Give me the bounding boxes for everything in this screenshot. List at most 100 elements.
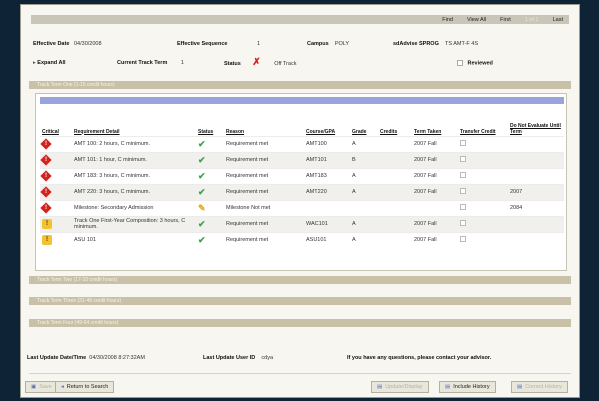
table-row: ! ASU 101 ✔ Requirement met ASU101 A 200… [40,231,564,248]
col-status: Status [198,128,214,135]
checkmark-icon: ✔ [198,218,206,229]
return-icon: ◂ [61,384,64,390]
track-term-two-header[interactable]: Track Term Two (17-33 credit hours) [29,276,571,284]
grade-cell: A [350,167,378,184]
status-value: Off Track [274,61,297,67]
status: Status ✗ Off Track [224,57,296,68]
save-label: Save [39,384,52,390]
col-requirement: Requirement Detail [74,128,120,135]
table-row: ! AMT 100: 2 hours, C minimum. ✔ Require… [40,135,564,152]
col-term-taken: Term Taken [414,128,442,135]
history-icon: ▤ [445,384,451,390]
requirement-cell: AMT 101: 1 hour, C minimum. [72,151,196,168]
last-user-value: cdya [261,355,274,361]
effective-date-value: 04/30/2008 [73,41,102,47]
credits-cell [378,183,412,200]
col-credits: Credits [380,128,398,135]
critical-alert-icon: ! [40,202,52,214]
table-row: ! Milestone: Secondary Admission ✎ Miles… [40,199,564,216]
track-term-four-header[interactable]: Track Term Four (49-64 credit hours) [29,319,571,327]
checkmark-icon: ✔ [198,138,206,149]
track-term-three-header[interactable]: Track Term Three (31-48 credit hours) [29,297,571,305]
grade-cell: A [350,183,378,200]
sdadvise-value: TS AMT-F 4S [444,41,478,47]
transfer-checkbox[interactable] [460,140,466,146]
requirements-table: Critical Requirement Detail Status Reaso… [40,106,564,248]
find-link[interactable]: Find [442,17,453,23]
sdadvise-label: sdAdvise SPROG [393,41,439,47]
correct-history-icon: ▤ [517,384,523,390]
pencil-icon: ✎ [198,202,206,213]
critical-alert-icon: ! [40,170,52,182]
grade-cell [350,199,378,216]
transfer-checkbox[interactable] [460,188,466,194]
until-cell [508,135,564,152]
save-button[interactable]: ▣ Save [25,381,58,393]
divider [29,373,571,374]
view-all-link[interactable]: View All [467,17,486,23]
effective-date: Effective Date 04/30/2008 [33,41,102,47]
transfer-checkbox[interactable] [460,204,466,210]
reviewed: Reviewed [457,60,493,66]
until-cell: 2007 [508,183,564,200]
col-grade: Grade [352,128,367,135]
current-track-term-label: Current Track Term [117,60,168,66]
last-update-user: Last Update User ID cdya [203,355,273,361]
reviewed-checkbox[interactable] [457,60,463,66]
correct-history-label: Correct History [525,384,562,390]
last-link[interactable]: Last [553,17,563,23]
table-row: ! AMT 220: 3 hours, C minimum. ✔ Require… [40,183,564,200]
app-window: Find View All First 1 of 1 Last Effectiv… [20,4,580,398]
col-transfer: Transfer Credit [460,128,496,135]
requirement-cell: AMT 100: 2 hours, C minimum. [72,135,196,152]
grade-cell: A [350,135,378,152]
update-display-button[interactable]: ▤ Update/Display [371,381,429,393]
checkmark-icon: ✔ [198,154,206,165]
course-cell: AMT183 [304,167,350,184]
credits-cell [378,167,412,184]
requirement-cell: Track One First-Year Composition: 3 hour… [72,215,196,232]
transfer-checkbox[interactable] [460,220,466,226]
checkmark-icon: ✔ [198,186,206,197]
credits-cell [378,231,412,248]
reason-cell: Requirement met [224,183,304,200]
term-cell: 2007 Fall [412,231,458,248]
first-link[interactable]: First [500,17,511,23]
effective-sequence-label: Effective Sequence [177,41,228,47]
expand-arrow-icon: ▸ [33,60,36,66]
critical-alert-icon: ! [40,154,52,166]
effective-date-label: Effective Date [33,41,70,47]
include-history-button[interactable]: ▤ Include History [439,381,496,393]
term-cell: 2007 Fall [412,183,458,200]
reason-cell: Requirement met [224,167,304,184]
last-update-datetime: Last Update Date/Time 04/30/2008 8:27:32… [27,355,145,361]
term-cell: 2007 Fall [412,167,458,184]
effective-sequence: Effective Sequence 1 [177,41,260,47]
table-row: ! AMT 101: 1 hour, C minimum. ✔ Requirem… [40,151,564,168]
reason-cell: Milestone Not met [224,199,304,216]
effective-sequence-value: 1 [256,41,261,47]
warning-icon: ! [42,235,52,246]
expand-all-link[interactable]: ▸ Expand All [33,60,66,66]
until-cell [508,215,564,232]
transfer-checkbox[interactable] [460,156,466,162]
track-term-one-header[interactable]: Track Term One (1-15 credit hours) [29,81,571,89]
course-cell [304,199,350,216]
requirement-cell: AMT 183: 3 hours, C minimum. [72,167,196,184]
save-icon: ▣ [31,384,37,390]
update-icon: ▤ [377,384,383,390]
reviewed-label: Reviewed [467,60,493,67]
grid-header-bar [40,97,564,104]
credits-cell [378,151,412,168]
course-cell: AMT100 [304,135,350,152]
col-reason: Reason [226,128,245,135]
checkmark-icon: ✔ [198,170,206,181]
reason-cell: Requirement met [224,151,304,168]
term-cell [412,199,458,216]
transfer-checkbox[interactable] [460,172,466,178]
grade-cell: A [350,231,378,248]
transfer-checkbox[interactable] [460,236,466,243]
correct-history-button[interactable]: ▤ Correct History [511,381,568,393]
grade-cell: A [350,215,378,232]
return-to-search-button[interactable]: ◂ Return to Search [55,381,115,393]
